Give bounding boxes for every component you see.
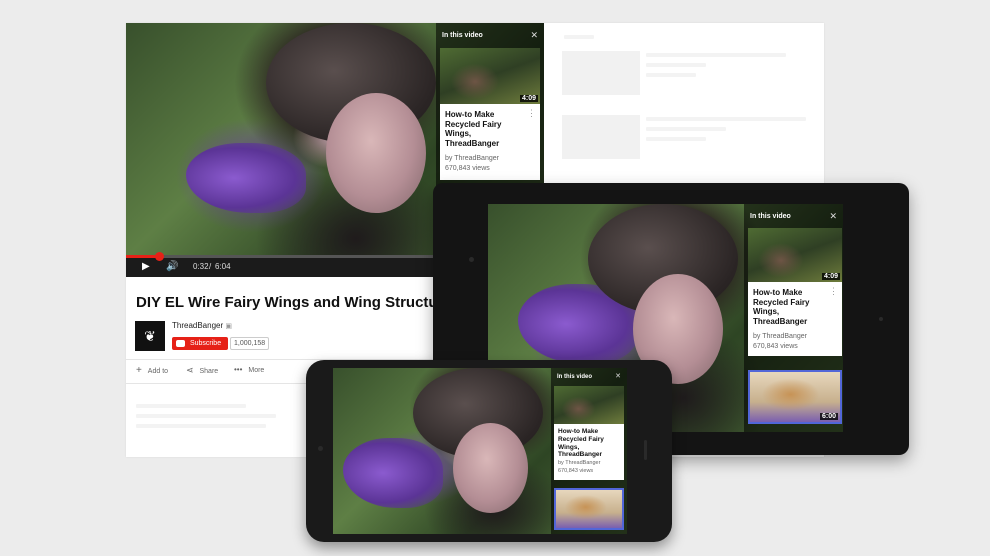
in-this-video-panel: In this video ✕ How-to Make Recycled Fai… — [551, 368, 627, 534]
related-video-card[interactable]: How-to Make Recycled Fairy Wings, Thread… — [554, 424, 624, 480]
share-icon: ⋖ — [186, 365, 194, 375]
related-video-thumbnail[interactable] — [554, 488, 624, 530]
panel-header: In this video — [442, 32, 483, 39]
related-video-thumbnail[interactable]: 4:09 — [748, 228, 842, 282]
sidebar-meta-placeholder — [646, 63, 706, 67]
close-icon[interactable]: ✕ — [829, 211, 837, 222]
panel-header: In this video — [750, 213, 791, 220]
sidebar-header-placeholder — [564, 35, 594, 39]
subscribe-label: Subscribe — [189, 340, 222, 347]
face — [326, 93, 426, 213]
phone-device: In this video ✕ How-to Make Recycled Fai… — [306, 360, 672, 542]
related-video-thumbnail[interactable]: 4:09 — [440, 48, 540, 104]
channel-name[interactable]: ThreadBanger ▣ — [172, 321, 232, 330]
sidebar-thumbnail[interactable] — [562, 51, 640, 95]
close-icon[interactable]: ✕ — [530, 30, 538, 41]
time-separator: / — [209, 262, 212, 271]
description-placeholder — [136, 424, 266, 428]
channel-avatar[interactable]: ❦ — [135, 321, 165, 351]
related-video-title: How-to Make Recycled Fairy Wings, Thread… — [753, 288, 810, 326]
volume-icon[interactable]: 🔊 — [166, 261, 178, 272]
progress-fill — [126, 255, 160, 258]
more-horiz-icon: ••• — [234, 365, 243, 374]
related-video-card[interactable]: How-to Make Recycled Fairy Wings, Thread… — [748, 282, 842, 356]
sidebar-meta-placeholder — [646, 137, 706, 141]
more-label: More — [248, 367, 265, 374]
youtube-play-icon — [176, 339, 185, 347]
duration: 6:04 — [215, 262, 231, 271]
add-to-button[interactable]: + Add to — [136, 365, 168, 376]
fairy-wing — [186, 143, 306, 213]
add-to-label: Add to — [147, 368, 169, 375]
related-video-views: 670,843 views — [558, 468, 594, 474]
scrubber-handle[interactable] — [155, 252, 165, 261]
sidebar-title-placeholder — [646, 53, 786, 57]
plus-icon: + — [136, 365, 142, 376]
related-video-title: How-to Make Recycled Fairy Wings, Thread… — [558, 428, 604, 459]
fairy-wing — [343, 438, 443, 508]
subscribe-button[interactable]: Subscribe — [172, 337, 228, 350]
verified-icon: ▣ — [225, 323, 233, 330]
play-icon[interactable]: ▶ — [142, 261, 150, 272]
description-placeholder — [136, 404, 246, 408]
phone-speaker — [644, 440, 647, 460]
face — [453, 423, 528, 513]
share-label: Share — [199, 368, 219, 375]
tablet-sensor — [879, 317, 883, 321]
duration-badge: 6:00 — [819, 413, 838, 420]
share-button[interactable]: ⋖ Share — [186, 365, 218, 376]
phone-video-player[interactable]: In this video ✕ How-to Make Recycled Fai… — [333, 368, 627, 534]
sidebar-meta-placeholder — [646, 73, 696, 77]
more-vert-icon[interactable]: ⋮ — [527, 108, 536, 119]
related-video-thumbnail[interactable] — [554, 386, 624, 424]
phone-camera — [318, 446, 323, 451]
related-video-channel: by ThreadBanger — [558, 460, 601, 466]
description-placeholder — [136, 414, 276, 418]
sidebar-title-placeholder — [646, 117, 806, 121]
sidebar-meta-placeholder — [646, 127, 726, 131]
close-icon[interactable]: ✕ — [615, 372, 621, 380]
tablet-camera — [469, 257, 474, 262]
related-video-channel: by ThreadBanger — [445, 155, 499, 162]
subscriber-count: 1,000,158 — [230, 337, 270, 350]
related-video-title: How-to Make Recycled Fairy Wings, Thread… — [445, 110, 502, 148]
related-video-views: 670,843 views — [753, 343, 798, 350]
more-button[interactable]: ••• More — [234, 365, 264, 374]
duration-badge: 4:09 — [821, 273, 840, 280]
panel-header: In this video — [557, 374, 593, 380]
channel-name-text: ThreadBanger — [172, 321, 224, 330]
related-video-views: 670,843 views — [445, 165, 490, 172]
in-this-video-panel: In this video ✕ 4:09 How-to Make Recycle… — [744, 204, 843, 432]
related-video-card[interactable]: How-to Make Recycled Fairy Wings, Thread… — [440, 104, 540, 180]
related-video-channel: by ThreadBanger — [753, 333, 807, 340]
more-vert-icon[interactable]: ⋮ — [829, 286, 838, 297]
duration-badge: 4:09 — [519, 95, 538, 102]
related-video-thumbnail[interactable]: 6:00 — [748, 370, 842, 424]
current-time: 0:32 — [193, 262, 209, 271]
sidebar-thumbnail[interactable] — [562, 115, 640, 159]
